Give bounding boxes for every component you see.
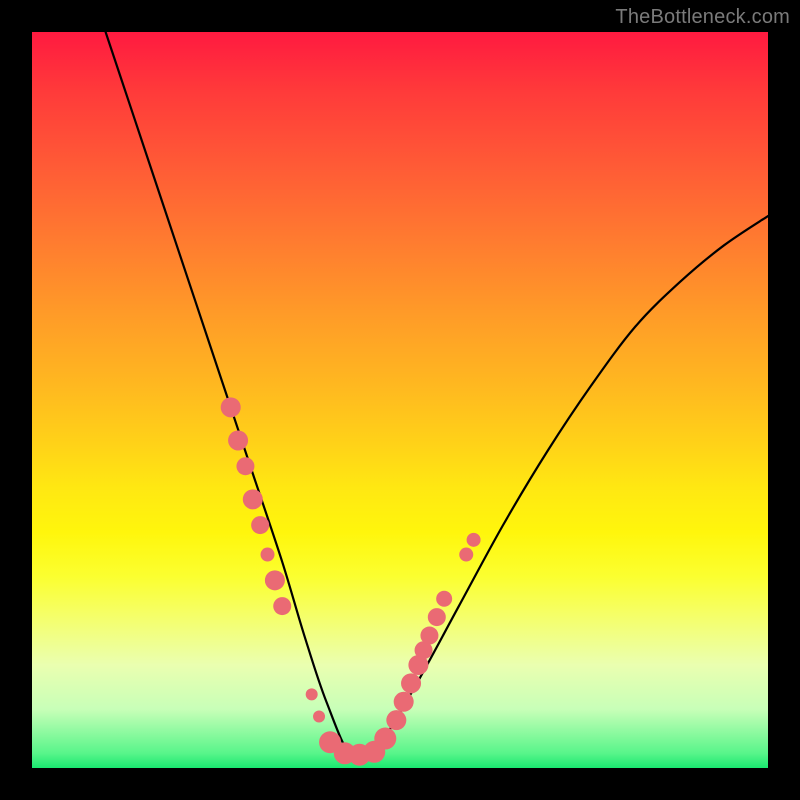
marker-dot xyxy=(261,548,275,562)
marker-dot xyxy=(467,533,481,547)
chart-svg xyxy=(32,32,768,768)
bottleneck-curve xyxy=(106,32,768,760)
plot-area xyxy=(32,32,768,768)
highlight-dots xyxy=(221,397,481,765)
marker-dot xyxy=(401,673,421,693)
marker-dot xyxy=(243,489,263,509)
marker-dot xyxy=(313,710,325,722)
marker-dot xyxy=(273,597,291,615)
watermark-text: TheBottleneck.com xyxy=(615,6,790,29)
marker-dot xyxy=(386,710,406,730)
marker-dot xyxy=(221,397,241,417)
marker-dot xyxy=(459,548,473,562)
chart-frame: TheBottleneck.com xyxy=(0,0,800,800)
marker-dot xyxy=(394,692,414,712)
marker-dot xyxy=(251,516,269,534)
marker-dot xyxy=(436,591,452,607)
marker-dot xyxy=(428,608,446,626)
marker-dot xyxy=(228,430,248,450)
marker-dot xyxy=(374,728,396,750)
marker-dot xyxy=(236,457,254,475)
marker-dot xyxy=(265,570,285,590)
marker-dot xyxy=(420,627,438,645)
marker-dot xyxy=(306,688,318,700)
